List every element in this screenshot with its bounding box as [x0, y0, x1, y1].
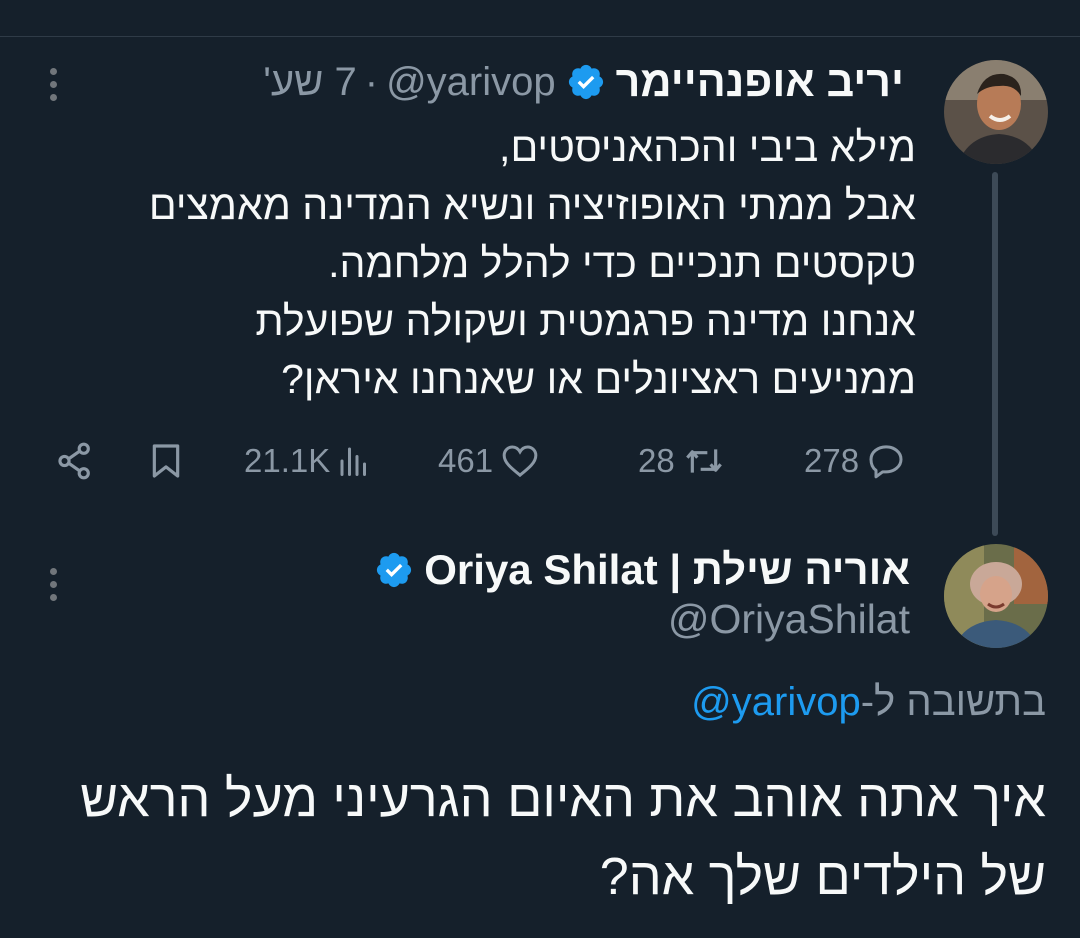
text-line: ממניעים ראציונלים או שאנחנו איראן? [281, 356, 916, 402]
author-handle[interactable]: @OriyaShilat [668, 596, 910, 643]
timestamp[interactable]: 7 שע' [263, 60, 356, 105]
verified-badge-icon [374, 550, 414, 590]
text-line: של הילדים שלך אה? [599, 848, 1046, 906]
views-icon [340, 447, 367, 476]
replying-to: בתשובה ל-@yarivop [691, 680, 1046, 725]
like-button[interactable]: 461 [438, 437, 541, 485]
thread-view: יריב אופנהיימר @yarivop · 7 שע' מילא ביב… [0, 0, 1080, 938]
views-count: 21.1K [244, 442, 331, 479]
retweet-button[interactable]: 28 [638, 437, 727, 485]
retweets-count: 28 [638, 442, 675, 479]
share-icon [58, 442, 90, 480]
share-button[interactable] [54, 437, 96, 485]
bookmark-icon [152, 444, 180, 478]
text-line: איך אתה אוהב את האיום הגרעיני מעל הראש [80, 770, 1046, 828]
text-line: מילא ביבי והכהאניסטים, [499, 124, 916, 170]
replies-count: 278 [804, 442, 860, 479]
thread-connector [992, 172, 998, 536]
text-line: אבל ממתי האופוזיציה ונשיא המדינה מאמצים [148, 182, 916, 228]
text-line: טקסטים תנכיים כדי להלל מלחמה. [328, 240, 916, 286]
text-line: אנחנו מדינה פרגמטית ושקולה שפועלת [255, 298, 916, 344]
author-name[interactable]: יריב אופנהיימר [616, 58, 904, 107]
tweet-2-body: איך אתה אוהב את האיום הגרעיני מעל הראש ש… [26, 760, 1046, 916]
like-icon [502, 445, 538, 478]
reply-icon [869, 445, 903, 479]
author-handle[interactable]: @yarivop [386, 60, 556, 105]
views-button[interactable]: 21.1K [244, 437, 372, 485]
more-icon[interactable] [46, 568, 60, 608]
more-icon[interactable] [46, 68, 60, 108]
reply-mention-link[interactable]: @yarivop [691, 680, 861, 724]
divider [0, 36, 1080, 37]
verified-badge-icon [566, 62, 606, 102]
avatar[interactable] [944, 544, 1048, 648]
tweet-1-body: מילא ביבי והכהאניסטים, אבל ממתי האופוזיצ… [56, 118, 916, 408]
reply-prefix: בתשובה ל- [860, 680, 1046, 724]
likes-count: 461 [438, 442, 494, 479]
avatar[interactable] [944, 60, 1048, 164]
separator-dot: · [364, 59, 379, 104]
tweet-1-header: יריב אופנהיימר @yarivop · 7 שע' [263, 52, 904, 112]
author-name[interactable]: אוריה שילת | Oriya Shilat [424, 546, 910, 594]
retweet-icon [685, 449, 722, 473]
tweet-2-header: אוריה שילת | Oriya Shilat [364, 540, 910, 600]
reply-button[interactable]: 278 [804, 437, 907, 485]
bookmark-button[interactable] [146, 437, 186, 485]
